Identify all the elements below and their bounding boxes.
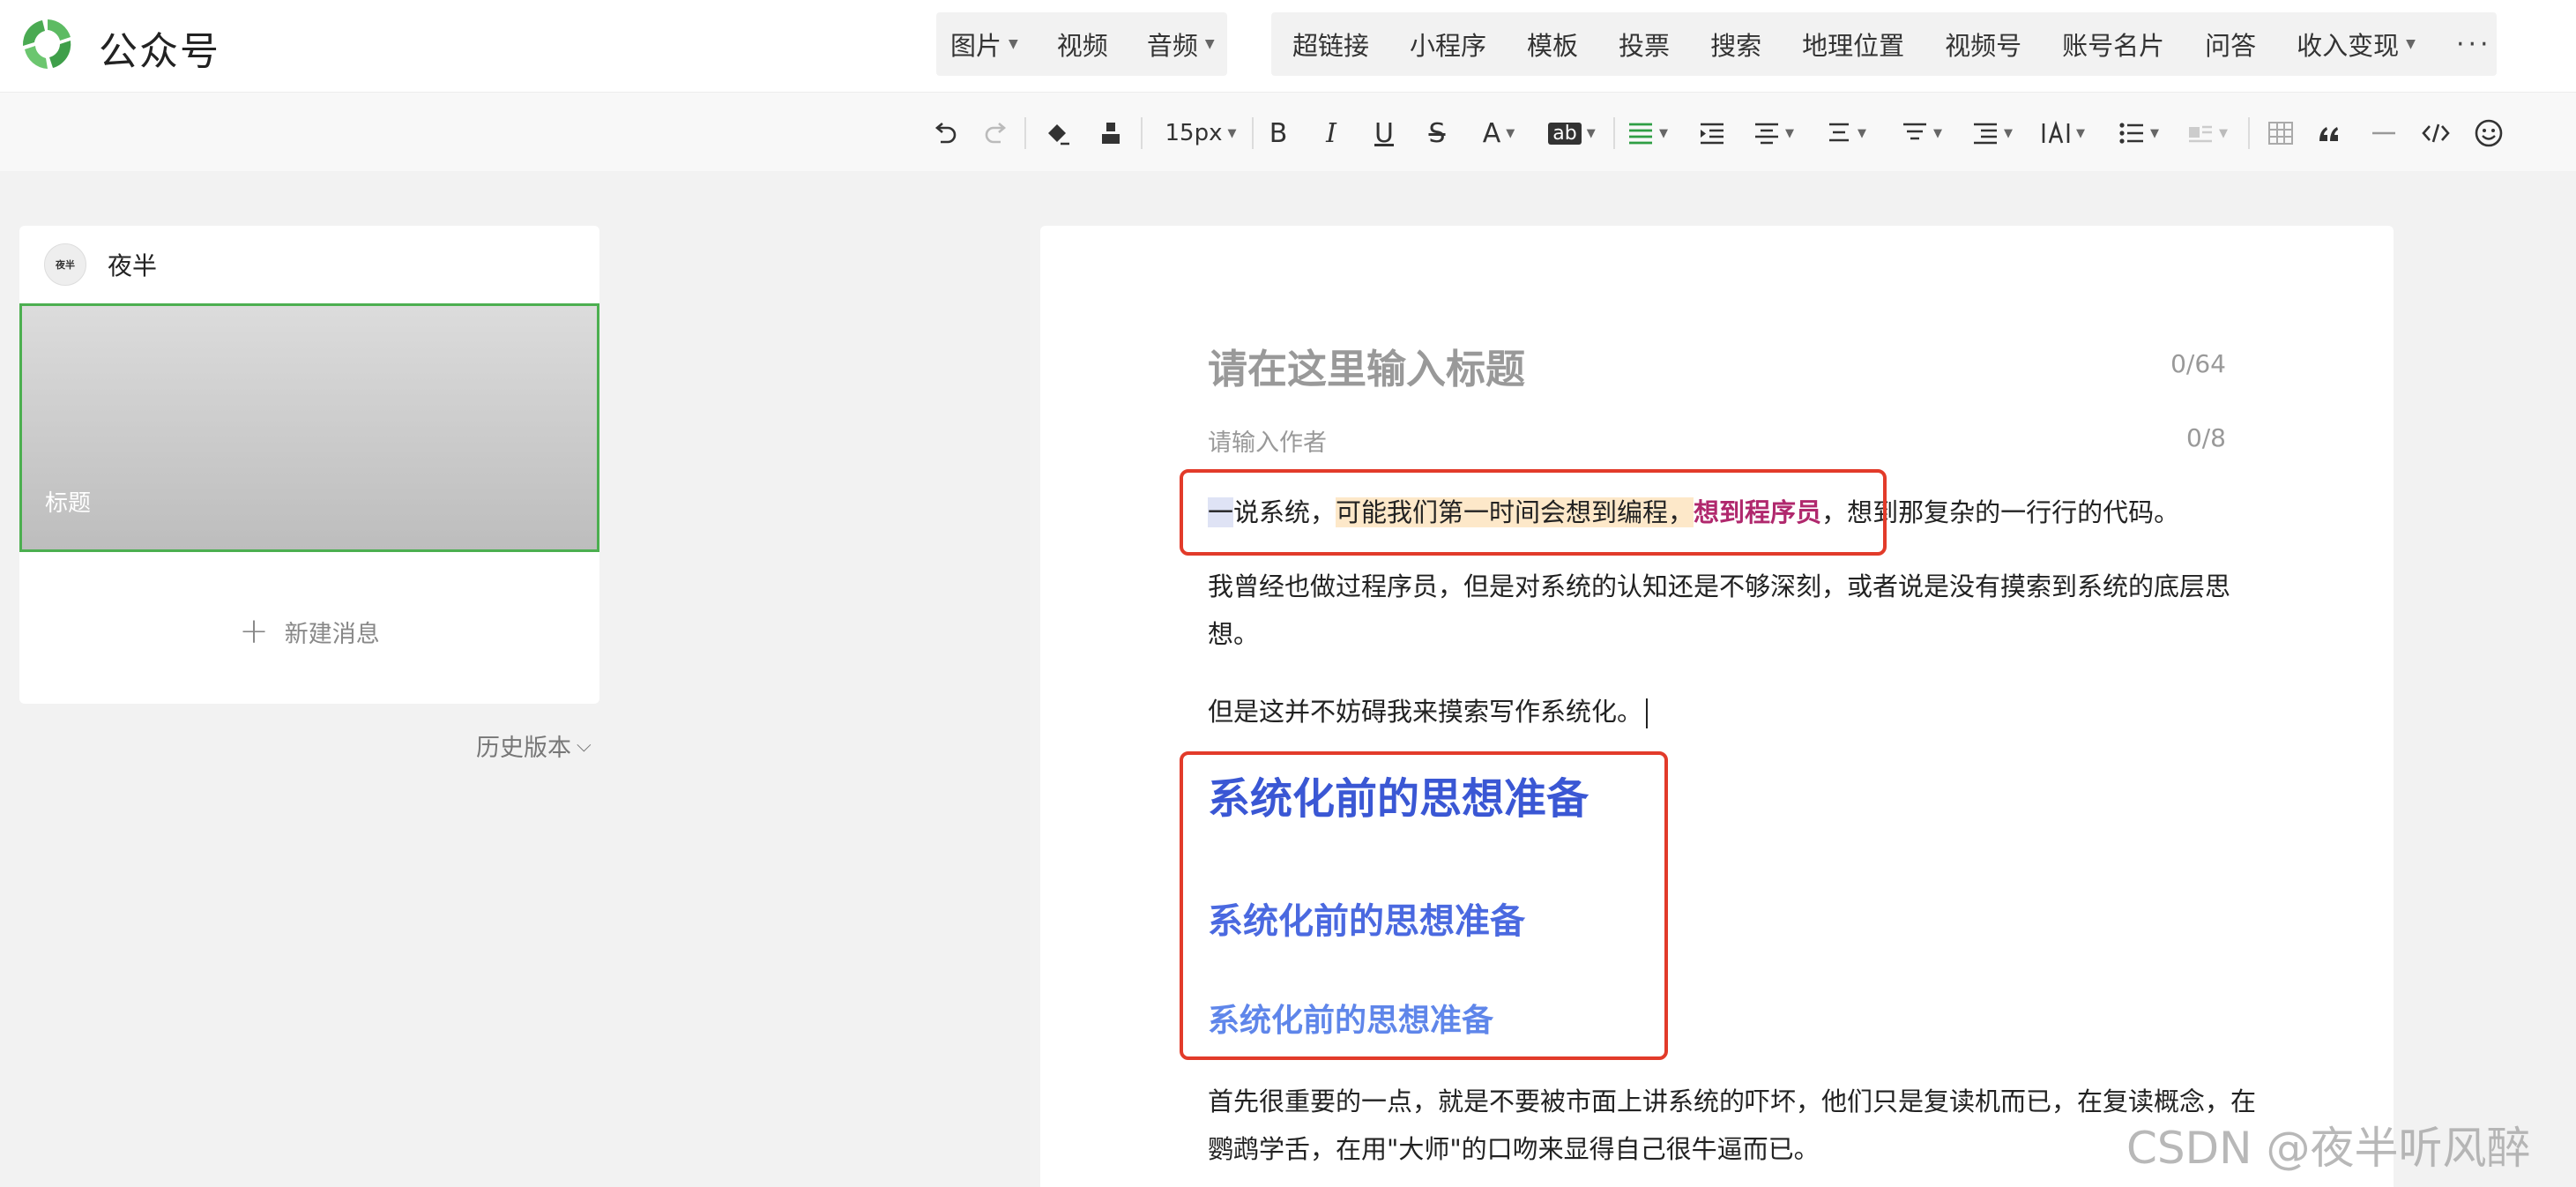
- font-size-select[interactable]: 15px ▼: [1162, 114, 1240, 153]
- insert-template-button[interactable]: 模板: [1527, 26, 1578, 63]
- insert-image-menu[interactable]: 图片 ▼: [950, 26, 1018, 63]
- insert-vote-button[interactable]: 投票: [1619, 26, 1670, 63]
- table-icon[interactable]: [2262, 114, 2299, 153]
- format-painter-icon[interactable]: [1093, 114, 1128, 153]
- watermark: CSDN @夜半听风醉: [2126, 1123, 2531, 1174]
- paragraph-text: 但是这并不妨碍我来摸索写作系统化。: [1208, 697, 1643, 727]
- float-layout-icon: ▼: [2181, 114, 2234, 153]
- new-message-label: 新建消息: [284, 620, 380, 648]
- avatar: 夜半: [44, 243, 86, 286]
- indent-icon[interactable]: [1693, 114, 1731, 153]
- insert-media-group: 图片 ▼ 视频 音频 ▼: [936, 12, 1227, 76]
- caret-down-icon: ▼: [2406, 37, 2416, 51]
- cover-title: 标题: [45, 490, 92, 517]
- caret-down-icon: ▼: [1659, 126, 1668, 140]
- insert-monetize-menu[interactable]: 收入变现 ▼: [2297, 26, 2416, 63]
- caret-down-icon: ▼: [1506, 126, 1515, 140]
- format-toolbar: 15px ▼ B I U S A ▼ ab ▼ ▼ ▼ ▼ ▼ ▼ ▼ ▼ ▼: [0, 92, 2576, 171]
- undo-icon[interactable]: [927, 114, 963, 153]
- caret-down-icon: ▼: [1586, 126, 1596, 140]
- background-color-button[interactable]: ab ▼: [1543, 114, 1601, 153]
- divider-line-icon[interactable]: [2366, 114, 2401, 153]
- insert-miniprogram-button[interactable]: 小程序: [1410, 26, 1486, 63]
- annotation-heading-box: [1180, 751, 1668, 1060]
- quote-icon[interactable]: [2312, 114, 2347, 153]
- top-bar: 公众号 图片 ▼ 视频 音频 ▼ 超链接 小程序 模板 投票 搜索 地理位置 视频号…: [0, 0, 2576, 92]
- list-icon[interactable]: ▼: [2112, 114, 2165, 153]
- chevron-down-icon: ⌵: [577, 735, 592, 757]
- redo-icon[interactable]: [979, 114, 1014, 153]
- text-cursor: [1646, 698, 1649, 728]
- caret-down-icon: ▼: [2004, 126, 2013, 140]
- caret-down-icon: ▼: [1204, 37, 1215, 51]
- wechat-official-logo-icon[interactable]: [18, 14, 78, 74]
- toolbar-divider: [1252, 117, 1254, 149]
- more-options-icon[interactable]: ···: [2456, 29, 2492, 60]
- strikethrough-button[interactable]: S: [1421, 114, 1453, 153]
- title-input[interactable]: 请在这里输入标题: [1208, 337, 1525, 394]
- insert-video-button[interactable]: 视频: [1057, 26, 1108, 63]
- history-version-button[interactable]: 历史版本 ⌵: [476, 728, 592, 763]
- insert-search-button[interactable]: 搜索: [1710, 26, 1761, 63]
- new-message-button[interactable]: + 新建消息: [19, 596, 599, 667]
- caret-down-icon: ▼: [1933, 126, 1942, 140]
- text-align-icon[interactable]: ▼: [1747, 114, 1800, 153]
- paragraph-spacing-icon[interactable]: ▼: [1895, 114, 1948, 153]
- emoji-icon[interactable]: [2470, 114, 2507, 153]
- toolbar-divider: [1613, 117, 1615, 149]
- align-left-icon[interactable]: ▼: [1624, 114, 1671, 153]
- insert-channels-button[interactable]: 视频号: [1945, 26, 2021, 63]
- annotation-highlight-box: [1180, 469, 1887, 556]
- author-char-count: 0/8: [2185, 423, 2226, 452]
- indent-both-icon[interactable]: ▼: [1966, 114, 2019, 153]
- caret-down-icon: ▼: [1785, 126, 1794, 140]
- history-label: 历史版本: [476, 735, 571, 762]
- caret-down-icon: ▼: [2219, 126, 2228, 140]
- bg-color-label: ab: [1548, 122, 1582, 145]
- paragraph-4[interactable]: 首先很重要的一点，就是不要被市面上讲系统的吓坏，他们只是复读机而已，在复读概念，…: [1208, 1078, 2257, 1173]
- caret-down-icon: ▼: [2076, 126, 2085, 140]
- insert-location-button[interactable]: 地理位置: [1802, 26, 1904, 63]
- account-name: 夜半: [108, 251, 158, 280]
- title-char-count: 0/64: [2170, 349, 2226, 378]
- author-input[interactable]: 请输入作者: [1208, 423, 1327, 458]
- insert-qa-button[interactable]: 问答: [2205, 26, 2256, 63]
- bold-button[interactable]: B: [1262, 114, 1294, 153]
- caret-down-icon: ▼: [1227, 126, 1237, 140]
- app-brand: 公众号: [99, 29, 220, 74]
- underline-button[interactable]: U: [1368, 114, 1400, 153]
- insert-audio-menu[interactable]: 音频 ▼: [1147, 26, 1215, 63]
- article-cover-card[interactable]: 标题: [19, 303, 599, 552]
- paragraph-2[interactable]: 我曾经也做过程序员，但是对系统的认知还是不够深刻，或者说是没有摸索到系统的底层思…: [1208, 563, 2257, 658]
- caret-down-icon: ▼: [1858, 126, 1866, 140]
- toolbar-divider: [2248, 117, 2250, 149]
- font-color-button[interactable]: A ▼: [1474, 114, 1523, 153]
- letter-spacing-icon[interactable]: ▼: [2036, 114, 2089, 153]
- plus-icon: +: [239, 611, 269, 652]
- paragraph-3[interactable]: 但是这并不妨碍我来摸索写作系统化。: [1208, 688, 2257, 735]
- caret-down-icon: ▼: [1009, 37, 1018, 51]
- code-icon[interactable]: [2417, 114, 2454, 153]
- caret-down-icon: ▼: [2150, 126, 2159, 140]
- toolbar-divider: [1024, 117, 1026, 149]
- article-list-panel: 夜半 夜半 标题 + 新建消息: [19, 226, 599, 704]
- italic-button[interactable]: I: [1315, 114, 1347, 153]
- insert-account-card-button[interactable]: 账号名片: [2062, 26, 2164, 63]
- insert-extra-group: 超链接 小程序 模板 投票 搜索 地理位置 视频号 账号名片 问答 收入变现 ▼ …: [1271, 12, 2497, 76]
- insert-hyperlink-button[interactable]: 超链接: [1292, 26, 1369, 63]
- line-spacing-icon[interactable]: ▼: [1820, 114, 1872, 153]
- clear-format-icon[interactable]: [1039, 114, 1076, 153]
- toolbar-divider: [1141, 117, 1143, 149]
- account-row: 夜半 夜半: [19, 226, 599, 303]
